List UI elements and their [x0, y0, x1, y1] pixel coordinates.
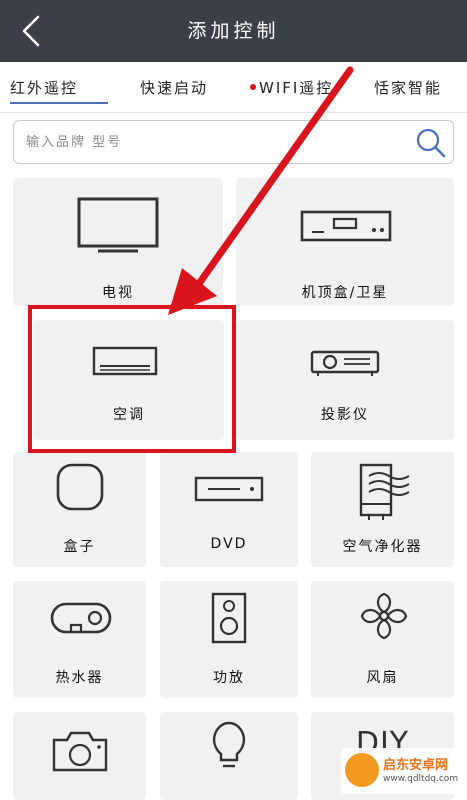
light-bulb-icon: [212, 721, 246, 768]
device-label-tv: 电视: [102, 285, 134, 301]
tab-divider: [0, 112, 467, 113]
device-tile-set-top-box[interactable]: 机顶盒/卫星: [236, 178, 454, 306]
active-tab-indicator: [10, 102, 108, 104]
device-tile-camera[interactable]: [13, 712, 146, 800]
device-tile-light[interactable]: [160, 712, 298, 800]
device-label-projector: 投影仪: [321, 407, 369, 423]
tab-wifi[interactable]: WIFI遥控: [250, 77, 333, 98]
category-tabs: 红外遥控 快速启动 WIFI遥控 恬家智能: [0, 62, 467, 114]
device-label-set-top-box: 机顶盒/卫星: [301, 285, 389, 301]
page-title: 添加控制: [187, 20, 280, 42]
tab-wifi-label: WIFI遥控: [259, 79, 334, 97]
device-tile-water-heater[interactable]: 热水器: [13, 581, 146, 698]
fan-icon: [360, 592, 408, 640]
projector-icon: [310, 350, 380, 376]
set-top-box-icon: [300, 210, 392, 242]
watermark-url: www.qdltdq.com: [383, 774, 459, 784]
dvd-player-icon: [194, 476, 264, 502]
device-label-box: 盒子: [63, 539, 96, 555]
notification-dot: [250, 83, 256, 90]
camera-icon: [52, 731, 108, 772]
highlight-box-annotation: [28, 305, 236, 453]
watermark-title: 启东安卓网: [383, 758, 449, 773]
search-input[interactable]: [26, 129, 406, 155]
device-label-water-heater: 热水器: [55, 670, 104, 686]
watermark-logo-icon: [345, 753, 379, 787]
speaker-icon: [211, 592, 247, 644]
device-tile-dvd[interactable]: DVD: [160, 452, 298, 567]
device-label-amplifier: 功放: [213, 670, 245, 686]
box-icon: [56, 463, 104, 511]
tab-infrared[interactable]: 红外遥控: [10, 77, 78, 98]
device-tile-amplifier[interactable]: 功放: [160, 581, 298, 698]
device-label-dvd: DVD: [210, 536, 248, 552]
tab-smart-home[interactable]: 恬家智能: [374, 77, 442, 98]
search-bar: [13, 120, 454, 164]
water-heater-icon: [50, 602, 112, 634]
device-tile-box[interactable]: 盒子: [13, 452, 146, 567]
watermark: 启东安卓网 www.qdltdq.com: [341, 748, 459, 794]
air-purifier-icon: [359, 463, 410, 520]
device-tile-tv[interactable]: 电视: [13, 178, 223, 306]
device-label-fan: 风扇: [366, 670, 399, 686]
tab-quick-start[interactable]: 快速启动: [140, 77, 208, 98]
device-tile-projector[interactable]: 投影仪: [236, 320, 454, 440]
header-bar: 添加控制: [0, 0, 467, 62]
tv-icon: [77, 197, 159, 253]
device-tile-air-purifier[interactable]: 空气净化器: [311, 452, 454, 567]
device-tile-fan[interactable]: 风扇: [311, 581, 454, 698]
device-label-air-purifier: 空气净化器: [342, 539, 423, 555]
search-icon[interactable]: [415, 127, 447, 159]
